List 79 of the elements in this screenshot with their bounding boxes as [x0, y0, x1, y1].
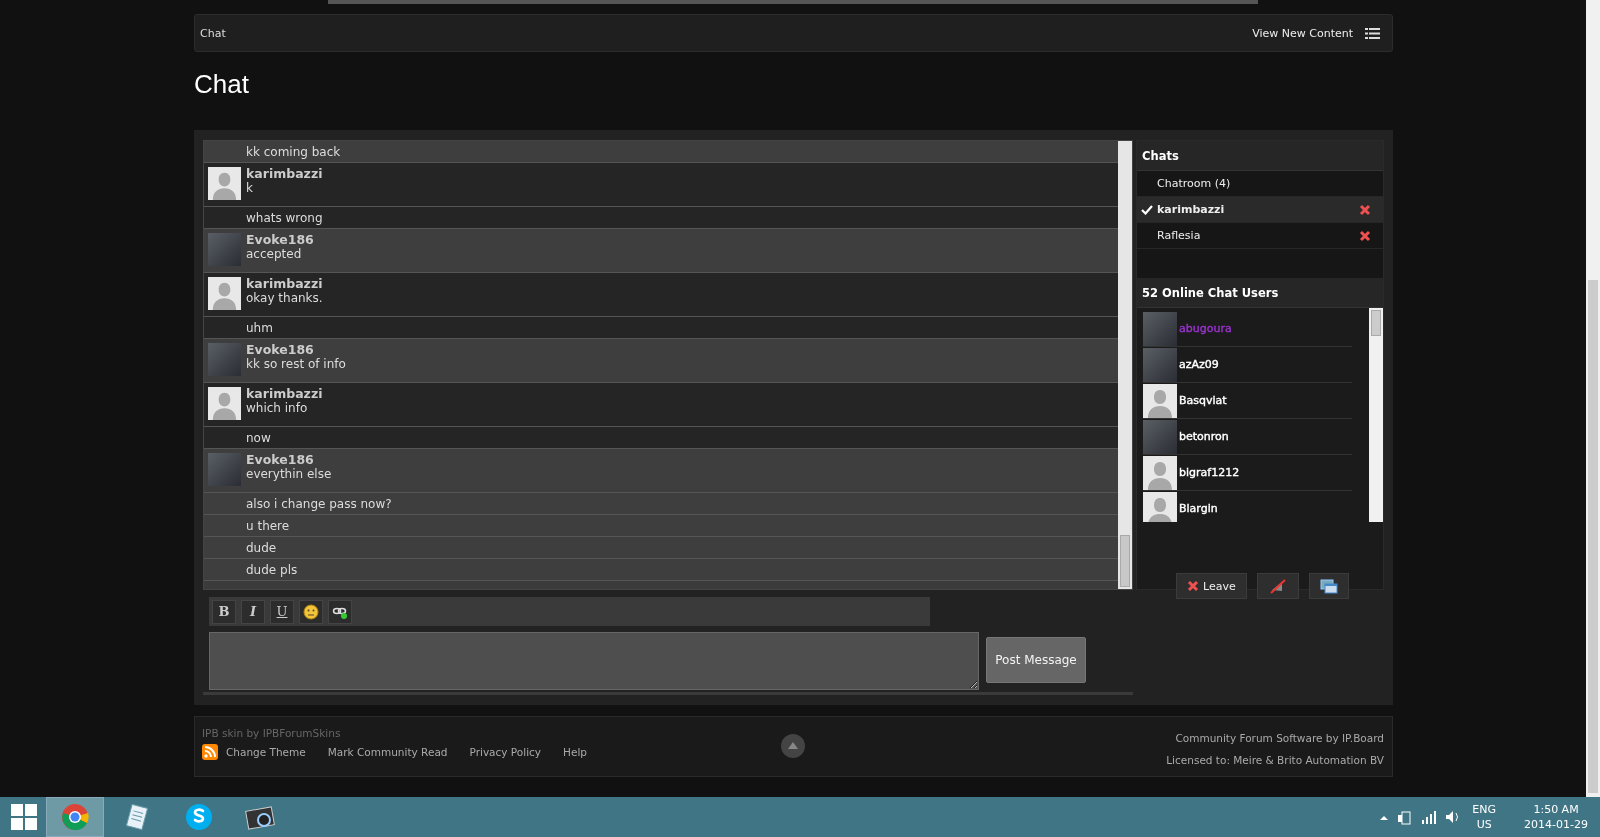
- message-author[interactable]: karimbazzi: [246, 386, 323, 401]
- clock-time[interactable]: 1:50 AM: [1524, 802, 1588, 817]
- close-icon[interactable]: [1359, 229, 1371, 242]
- message-text: now: [246, 430, 271, 445]
- user-name[interactable]: azAz09: [1179, 358, 1219, 371]
- chat-tab[interactable]: karimbazzi: [1137, 197, 1383, 223]
- message-text: whats wrong: [246, 210, 323, 225]
- avatar-silhouette-icon: [1143, 491, 1177, 522]
- avatar-silhouette-icon: [1143, 455, 1177, 490]
- input-region[interactable]: US: [1472, 817, 1497, 832]
- message-text: k: [246, 181, 254, 195]
- avatar-silhouette-icon: [208, 167, 241, 200]
- message-text: dude: [246, 540, 277, 555]
- close-icon[interactable]: [1359, 203, 1371, 216]
- avatar-silhouette-icon: [208, 387, 241, 420]
- chats-heading: Chats: [1137, 141, 1383, 171]
- check-icon: [1141, 204, 1153, 215]
- online-users-heading: 52 Online Chat Users: [1137, 278, 1383, 308]
- italic-button[interactable]: I: [241, 599, 265, 624]
- avatar-photo-placeholder: [208, 343, 241, 376]
- mute-sound-button[interactable]: [1256, 573, 1299, 599]
- message-input-field[interactable]: [209, 632, 979, 690]
- message-text: okay thanks.: [246, 291, 323, 305]
- close-icon: [1187, 580, 1199, 592]
- list-icon[interactable]: [1365, 27, 1380, 39]
- link-button[interactable]: [328, 599, 352, 624]
- license-text: Licensed to: Meire & Brito Automation BV: [1166, 753, 1384, 768]
- clock-date[interactable]: 2014-01-29: [1524, 817, 1588, 832]
- footer-link[interactable]: Privacy Policy: [469, 746, 542, 758]
- browser-icon[interactable]: [46, 797, 104, 837]
- message-author[interactable]: karimbazzi: [246, 276, 323, 291]
- smiley-face-icon: [303, 603, 319, 620]
- message-text: dude pls: [246, 562, 298, 577]
- message-author[interactable]: Evoke186: [246, 452, 332, 467]
- message-author[interactable]: Evoke186: [246, 232, 314, 247]
- message-text: u there: [246, 518, 290, 533]
- chat-tab[interactable]: Chatroom (4): [1137, 171, 1383, 197]
- windows-icon: [1319, 578, 1338, 594]
- post-message-button[interactable]: Post Message: [986, 637, 1086, 683]
- message-text: also i change pass now?: [246, 496, 392, 511]
- skin-credit: IPB skin by IPBForumSkins: [202, 727, 342, 739]
- powered-by-text: Community Forum Software by IP.Board: [1174, 731, 1384, 746]
- avatar-photo-placeholder: [208, 233, 241, 266]
- windows-button[interactable]: [1308, 573, 1349, 599]
- avatar-silhouette-icon: [208, 277, 241, 310]
- message-text: kk coming back: [246, 144, 341, 159]
- message-author[interactable]: Evoke186: [246, 342, 346, 357]
- message-text: uhm: [246, 320, 273, 335]
- message-text: kk so rest of info: [246, 357, 346, 371]
- emoticon-button[interactable]: [299, 599, 323, 624]
- page-scrollbar[interactable]: [1586, 0, 1600, 797]
- user-name[interactable]: Basqviat: [1179, 394, 1227, 407]
- message-text: which info: [246, 401, 309, 415]
- message-text: everythin else: [246, 467, 332, 481]
- user-name[interactable]: bigraf1212: [1179, 466, 1240, 479]
- view-new-content-link[interactable]: View New Content: [1252, 26, 1353, 40]
- breadcrumb-link[interactable]: Chat: [200, 26, 226, 40]
- footer-link[interactable]: Change Theme: [226, 746, 306, 758]
- message-author[interactable]: karimbazzi: [246, 166, 323, 181]
- bold-button[interactable]: B: [212, 599, 236, 624]
- message-text: accepted: [246, 247, 303, 261]
- chat-tab[interactable]: Raflesia: [1137, 223, 1383, 249]
- underline-button[interactable]: U: [270, 599, 294, 624]
- page-title: Chat: [194, 68, 250, 101]
- input-language[interactable]: ENG: [1472, 802, 1497, 817]
- avatar-photo-placeholder: [1143, 311, 1177, 346]
- leave-button[interactable]: Leave: [1176, 573, 1247, 599]
- scrollbar[interactable]: [1118, 141, 1132, 589]
- footer-link[interactable]: Mark Community Read: [327, 746, 448, 758]
- rss-icon[interactable]: [202, 744, 218, 760]
- avatar-photo-placeholder: [208, 453, 241, 486]
- avatar-photo-placeholder: [1143, 419, 1177, 454]
- avatar-silhouette-icon: [1143, 383, 1177, 418]
- scrollbar[interactable]: [1369, 308, 1383, 522]
- user-name[interactable]: betonron: [1179, 430, 1229, 443]
- user-name[interactable]: Blargin: [1179, 502, 1218, 515]
- back-to-top-icon[interactable]: [781, 734, 805, 758]
- avatar-photo-placeholder: [1143, 347, 1177, 382]
- footer-link[interactable]: Help: [563, 746, 587, 758]
